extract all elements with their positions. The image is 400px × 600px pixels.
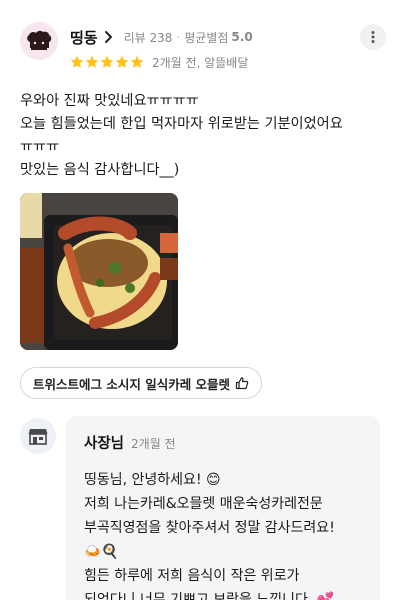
review-text-line: 맛있는 음식 감사합니다__) [20,162,180,178]
star-icon [85,55,99,68]
star-icon [130,55,144,68]
owner-text-line: 되었다니 너무 기쁘고 보람을 느낍니다. 💕 [84,592,335,600]
thumbs-up-icon [235,377,249,390]
owner-avatar [20,418,56,454]
user-avatar[interactable] [20,22,58,60]
review-text-line: 우와아 진짜 맛있네요ㅠㅠㅠㅠ [20,93,199,109]
owner-reply: 사장님 2개월 전 띵동님, 안녕하세요! 😊 저희 나는카레&오믈렛 매운숙성… [66,416,380,600]
meta-separator: · [176,30,181,44]
owner-text-line: 힘든 하루에 저희 음식이 작은 위로가 [84,568,300,584]
owner-text-line: 띵동님, 안녕하세요! 😊 [84,472,221,488]
average-rating-value: 5.0 [231,30,253,44]
more-options-button[interactable] [360,24,386,50]
rating-row: 2개월 전, 알뜰배달 [70,54,248,70]
menu-item-label: 트위스트에그 소시지 일식카레 오믈렛 [33,376,231,392]
user-info-row: 띵동 리뷰 238 · 평균별점 5.0 [70,27,253,47]
owner-reply-header: 사장님 2개월 전 [84,432,176,453]
review-photo[interactable] [20,193,178,350]
chef-hat-avatar-icon [20,22,58,60]
owner-reply-text: 띵동님, 안녕하세요! 😊 저희 나는카레&오믈렛 매운숙성카레전문 부곡직영점… [84,468,374,600]
average-rating-label: 평균별점 [184,30,229,45]
review-text-line: 오늘 힘들었는데 한입 먹자마자 위로받는 기분이었어요 [20,116,343,132]
star-rating [70,55,144,69]
review-header: 띵동 리뷰 238 · 평균별점 5.0 2개월 전, 알뜰배달 [20,20,386,76]
review-date-delivery: 2개월 전, 알뜰배달 [152,55,249,70]
owner-name: 사장님 [84,436,125,452]
star-icon [115,55,129,68]
review-text-line: ㅠㅠㅠ [20,139,60,155]
owner-text-line: 저희 나는카레&오믈렛 매운숙성카레전문 [84,496,323,512]
food-photo-image [20,193,178,350]
more-vertical-icon [371,31,375,43]
owner-reply-time: 2개월 전 [131,437,176,451]
star-icon [100,55,114,68]
store-icon [28,429,48,445]
owner-text-line: 부곡직영점을 찾아주셔서 정말 감사드려요! [84,520,335,536]
menu-item-chip[interactable]: 트위스트에그 소시지 일식카레 오믈렛 [20,367,263,399]
review-text: 우와아 진짜 맛있네요ㅠㅠㅠㅠ 오늘 힘들었는데 한입 먹자마자 위로받는 기분… [20,90,382,182]
chevron-right-icon[interactable] [104,30,114,44]
owner-text-line: 🍛🍳 [84,544,119,560]
star-icon [70,55,84,68]
user-name[interactable]: 띵동 [70,27,98,48]
review-count: 리뷰 238 [123,30,173,45]
